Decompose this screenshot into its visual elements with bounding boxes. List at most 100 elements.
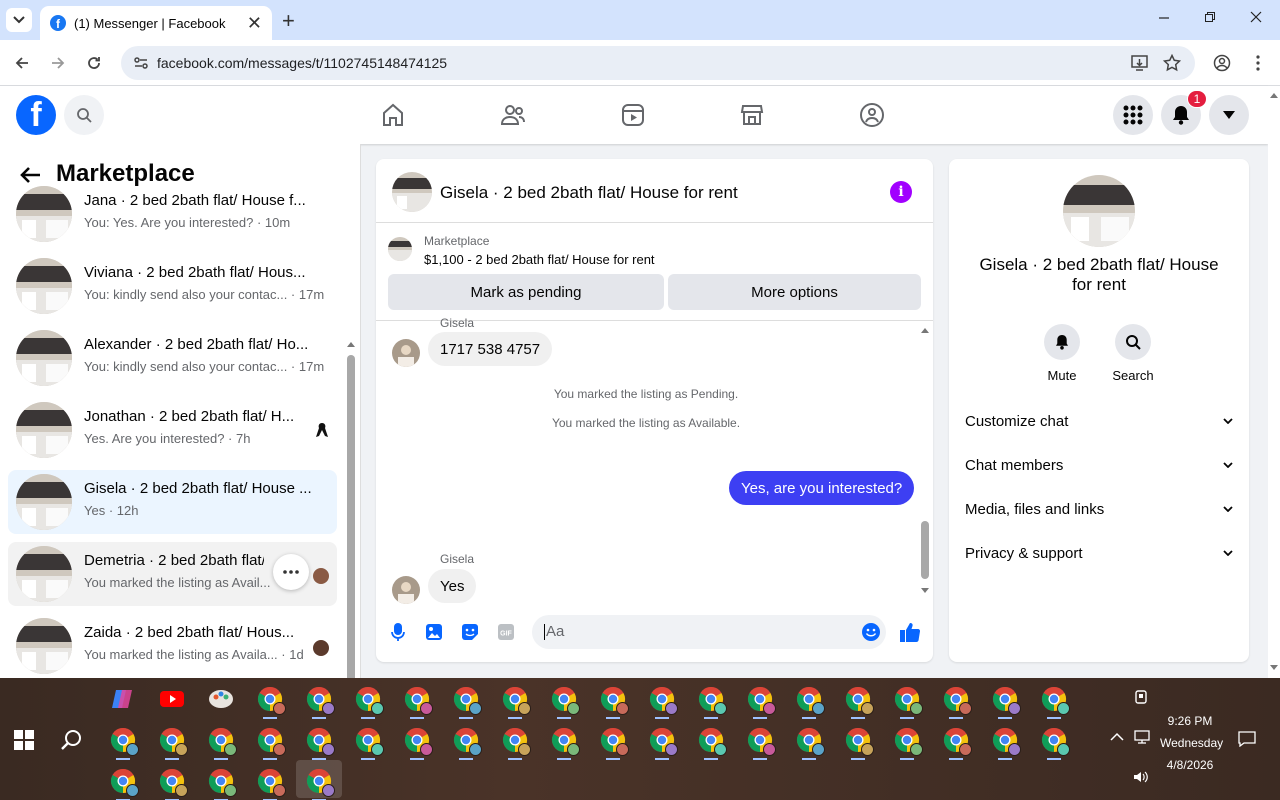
chrome-profile-icon[interactable] — [943, 686, 972, 715]
listing-price[interactable]: $1,100 - 2 bed 2bath flat/ House for ren… — [424, 252, 655, 267]
windows-start-icon[interactable] — [14, 730, 34, 750]
chrome-profile-icon[interactable] — [796, 727, 825, 756]
chrome-profile-icon[interactable] — [159, 727, 188, 756]
chrome-profile-icon[interactable] — [894, 686, 923, 715]
chrome-profile-icon[interactable] — [306, 686, 335, 715]
chrome-profile-icon[interactable] — [110, 768, 139, 797]
browser-tab[interactable]: f (1) Messenger | Facebook ✕ — [40, 6, 272, 40]
chrome-profile-icon[interactable] — [453, 727, 482, 756]
bookmark-star-icon[interactable] — [1163, 54, 1181, 72]
chrome-profile-icon[interactable] — [796, 686, 825, 715]
browser-menu-icon[interactable] — [1247, 52, 1269, 74]
tab-search-button[interactable] — [6, 8, 32, 32]
chrome-profile-icon[interactable] — [355, 727, 384, 756]
video-icon[interactable] — [618, 100, 648, 130]
chrome-profile-icon[interactable] — [551, 727, 580, 756]
chrome-profile-icon[interactable] — [698, 727, 727, 756]
chrome-profile-icon[interactable] — [257, 727, 286, 756]
chrome-profile-icon[interactable] — [992, 727, 1021, 756]
chrome-profile-icon[interactable] — [747, 686, 776, 715]
taskbar-search-icon[interactable] — [60, 728, 84, 752]
chrome-profile-icon[interactable] — [306, 727, 335, 756]
chrome-profile-icon[interactable] — [1041, 727, 1070, 756]
friends-icon[interactable] — [498, 100, 528, 130]
conversation-item[interactable]: Alexander · 2 bed 2bath flat/ Ho... You:… — [8, 326, 337, 390]
chrome-profile-icon[interactable] — [257, 686, 286, 715]
chrome-profile-icon[interactable] — [502, 727, 531, 756]
meet-now-icon[interactable] — [1134, 690, 1148, 706]
message-input[interactable]: Aa — [532, 615, 886, 649]
chrome-profile-icon[interactable] — [502, 686, 531, 715]
chrome-profile-icon[interactable] — [208, 768, 237, 797]
chrome-profile-icon[interactable] — [257, 768, 286, 797]
sidebar-scrollbar[interactable] — [346, 321, 356, 678]
chrome-profile-icon[interactable] — [208, 727, 237, 756]
chrome-profile-icon[interactable] — [747, 727, 776, 756]
thumbs-up-icon[interactable] — [899, 621, 921, 643]
conversation-more-button[interactable] — [273, 554, 309, 590]
sticker-icon[interactable] — [459, 621, 481, 643]
photo-icon[interactable] — [423, 621, 445, 643]
chrome-profile-icon[interactable] — [404, 686, 433, 715]
emoji-icon[interactable] — [860, 621, 882, 643]
new-tab-button[interactable]: + — [282, 8, 295, 34]
youtube-icon[interactable] — [159, 686, 185, 712]
mark-as-pending-button[interactable]: Mark as pending — [388, 274, 664, 310]
chrome-profile-icon[interactable] — [894, 727, 923, 756]
conversation-item[interactable]: Viviana · 2 bed 2bath flat/ Hous... You:… — [8, 254, 337, 318]
chrome-profile-icon[interactable] — [110, 727, 139, 756]
chrome-profile-icon[interactable] — [404, 727, 433, 756]
marketplace-icon[interactable] — [737, 100, 767, 130]
chrome-profile-icon[interactable] — [649, 686, 678, 715]
chat-members-section[interactable]: Chat members — [965, 453, 1233, 477]
chrome-profile-icon[interactable] — [355, 686, 384, 715]
search-in-chat-button[interactable]: Search — [1103, 324, 1163, 383]
install-app-icon[interactable] — [1131, 54, 1149, 72]
gif-icon[interactable]: GIF — [495, 621, 517, 643]
forward-icon[interactable] — [47, 52, 69, 74]
more-options-button[interactable]: More options — [668, 274, 921, 310]
conversation-item-active[interactable]: Gisela · 2 bed 2bath flat/ House ... Yes… — [8, 470, 337, 534]
menu-grid-button[interactable] — [1113, 95, 1153, 135]
chrome-profile-icon[interactable] — [551, 686, 580, 715]
chrome-profile-icon[interactable] — [649, 727, 678, 756]
conversation-item[interactable]: Jonathan · 2 bed 2bath flat/ H... Yes. A… — [8, 398, 337, 462]
chrome-profile-icon[interactable] — [600, 686, 629, 715]
media-files-links-section[interactable]: Media, files and links — [965, 497, 1233, 521]
chrome-profile-icon[interactable] — [845, 686, 874, 715]
close-tab-icon[interactable]: ✕ — [247, 13, 262, 34]
paint-icon[interactable] — [208, 686, 234, 712]
address-bar[interactable]: facebook.com/messages/t/1102745148474125 — [121, 46, 1195, 80]
listing-avatar[interactable] — [1063, 175, 1135, 247]
chrome-profile-icon[interactable] — [845, 727, 874, 756]
system-clock[interactable]: 9:26 PM Wednesday 4/8/2026 — [1160, 710, 1223, 776]
chat-scrollbar[interactable] — [920, 325, 930, 597]
restore-icon[interactable] — [1204, 10, 1216, 28]
minimize-icon[interactable] — [1158, 10, 1170, 28]
site-settings-icon[interactable] — [133, 55, 149, 71]
account-menu-button[interactable] — [1209, 95, 1249, 135]
chrome-profile-icon[interactable] — [600, 727, 629, 756]
chat-listing-avatar[interactable] — [392, 172, 432, 212]
privacy-support-section[interactable]: Privacy & support — [965, 541, 1233, 565]
chrome-profile-icon[interactable] — [306, 768, 335, 797]
customize-chat-section[interactable]: Customize chat — [965, 409, 1233, 433]
chrome-profile-icon[interactable] — [453, 686, 482, 715]
conversation-item[interactable]: Zaida · 2 bed 2bath flat/ Hous... You ma… — [8, 614, 337, 678]
network-icon[interactable] — [1134, 730, 1150, 744]
conversation-item[interactable]: Jana · 2 bed 2bath flat/ House f... You:… — [8, 182, 337, 246]
back-icon[interactable] — [11, 52, 33, 74]
chrome-profile-icon[interactable] — [698, 686, 727, 715]
chevron-up-icon[interactable] — [1110, 732, 1124, 742]
groups-icon[interactable] — [857, 100, 887, 130]
facebook-search-button[interactable] — [64, 95, 104, 135]
chrome-profile-icon[interactable] — [992, 686, 1021, 715]
chrome-profile-icon[interactable] — [159, 768, 188, 797]
chrome-profile-icon[interactable] — [1041, 686, 1070, 715]
microphone-icon[interactable] — [387, 621, 409, 643]
page-scrollbar[interactable] — [1268, 86, 1280, 678]
copilot-icon[interactable] — [110, 686, 136, 712]
volume-icon[interactable] — [1133, 770, 1149, 784]
info-icon[interactable]: i — [890, 181, 912, 203]
close-window-icon[interactable] — [1250, 10, 1262, 28]
